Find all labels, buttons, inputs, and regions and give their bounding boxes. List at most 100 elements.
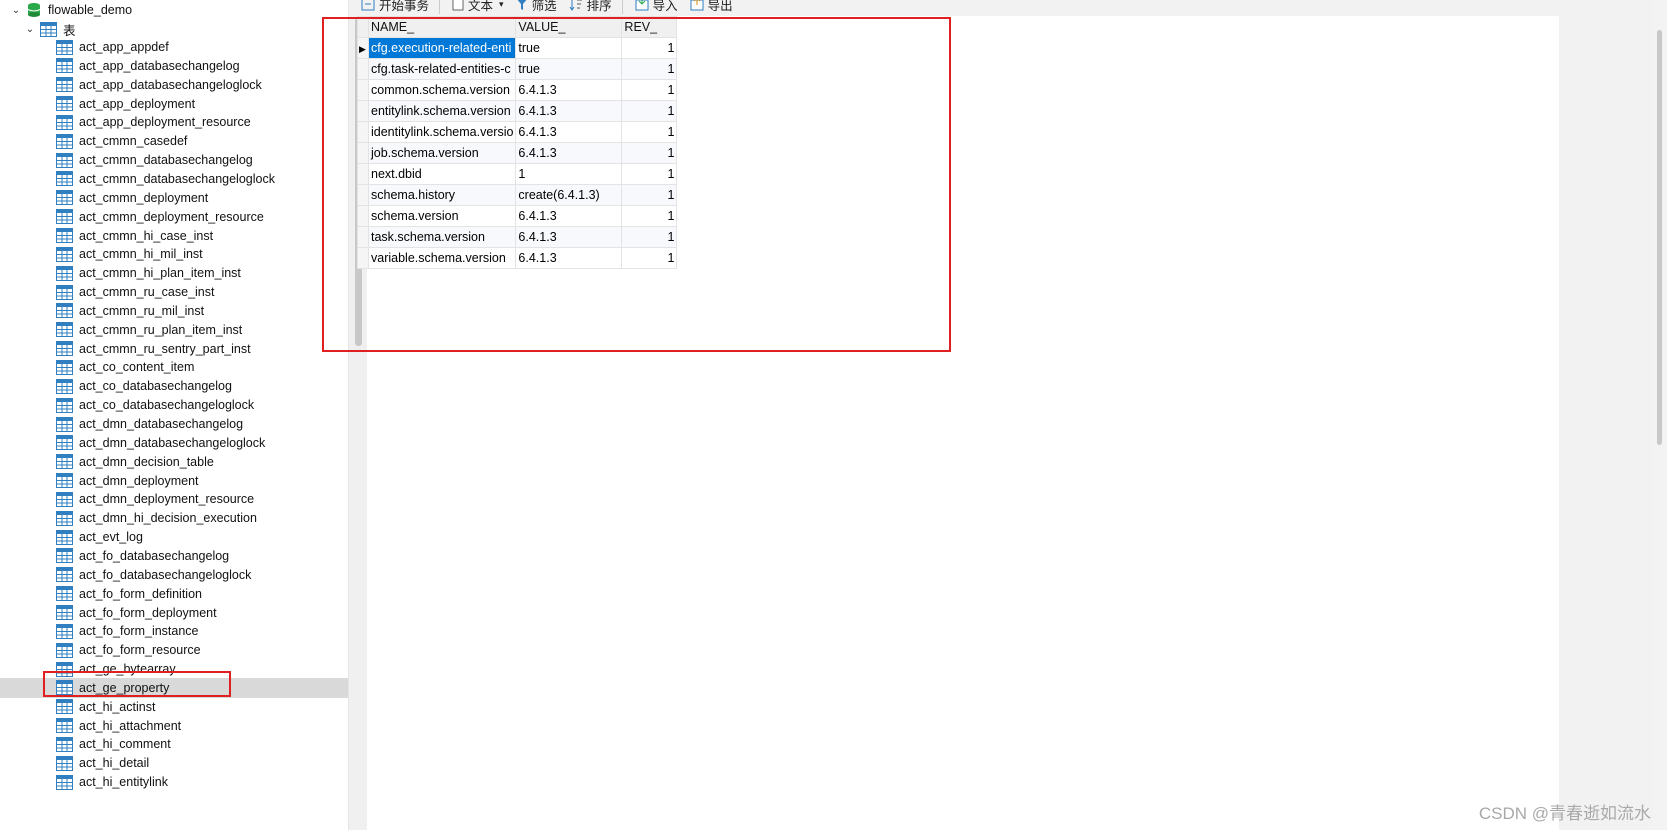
transaction-icon — [361, 0, 375, 11]
tree-folder-row[interactable]: ⌄ 表 — [0, 19, 348, 39]
begin-transaction-button[interactable]: 开始事务 — [361, 0, 429, 14]
table-icon — [56, 246, 73, 262]
filter-button[interactable]: 筛选 — [516, 0, 557, 14]
tree-table-label: act_cmmn_casedef — [79, 134, 188, 149]
table-icon — [56, 736, 73, 752]
tree-table-item[interactable]: act_cmmn_ru_mil_inst — [0, 301, 348, 321]
tree-table-item[interactable]: act_cmmn_ru_plan_item_inst — [0, 320, 348, 340]
import-button[interactable]: 导入 — [635, 0, 678, 14]
table-icon — [56, 133, 73, 149]
tree-table-item[interactable]: act_cmmn_ru_case_inst — [0, 282, 348, 302]
tree-table-item[interactable]: act_cmmn_databasechangelog — [0, 150, 348, 170]
chevron-down-icon[interactable]: ⌄ — [10, 4, 22, 16]
sort-icon — [569, 0, 582, 11]
tree-table-item[interactable]: act_hi_actinst — [0, 697, 348, 717]
tree-table-label: act_dmn_deployment — [79, 473, 199, 488]
main-panel: 开始事务 文本 ▾ 筛选 排序 导入 导出 NAME_ VALUE_ REV_ … — [322, 0, 1667, 830]
navigator-tree[interactable]: ⌄ flowable_demo ⌄ 表 act_app_appdef act_ap… — [0, 0, 349, 830]
tree-table-item[interactable]: act_cmmn_databasechangeloglock — [0, 169, 348, 189]
sort-button[interactable]: 排序 — [569, 0, 612, 14]
tree-table-label: act_cmmn_ru_plan_item_inst — [79, 322, 243, 337]
table-icon — [56, 114, 73, 130]
highlight-box-grid — [322, 17, 951, 352]
text-button[interactable]: 文本 ▾ — [452, 0, 504, 14]
tree-table-item[interactable]: act_cmmn_deployment — [0, 188, 348, 208]
tree-table-item[interactable]: act_app_deployment — [0, 94, 348, 114]
tree-table-item[interactable]: act_app_appdef — [0, 37, 348, 57]
tree-table-item[interactable]: act_dmn_deployment — [0, 471, 348, 491]
tree-table-label: act_dmn_databasechangelog — [79, 417, 244, 431]
table-icon — [56, 642, 73, 658]
tree-table-item[interactable]: act_co_databasechangeloglock — [0, 395, 348, 415]
table-icon — [56, 567, 73, 583]
tree-table-label: act_fo_databasechangeloglock — [79, 567, 252, 582]
tree-table-item[interactable]: act_dmn_databasechangelog — [0, 414, 348, 434]
table-icon — [56, 209, 73, 225]
tree-table-item[interactable]: act_hi_detail — [0, 753, 348, 773]
tree-table-item[interactable]: act_cmmn_casedef — [0, 131, 348, 151]
tree-table-label: act_evt_log — [79, 530, 143, 545]
tree-table-item[interactable]: act_app_deployment_resource — [0, 112, 348, 132]
tree-table-item[interactable]: act_fo_databasechangeloglock — [0, 565, 348, 585]
tree-table-item[interactable]: act_fo_form_resource — [0, 640, 348, 660]
tree-table-item[interactable]: act_dmn_decision_table — [0, 452, 348, 472]
tree-table-item[interactable]: act_app_databasechangelog — [0, 56, 348, 76]
tree-table-item[interactable]: act_hi_entitylink — [0, 772, 348, 792]
tree-table-label: act_hi_attachment — [79, 718, 182, 733]
database-label: flowable_demo — [48, 3, 133, 17]
filter-icon — [517, 0, 526, 10]
tree-table-label: act_cmmn_databasechangeloglock — [79, 171, 275, 186]
tree-table-label: act_fo_form_deployment — [79, 605, 217, 620]
tree-table-item[interactable]: act_cmmn_ru_sentry_part_inst — [0, 339, 348, 359]
table-icon — [56, 473, 73, 489]
table-icon — [56, 623, 73, 639]
table-icon — [56, 605, 73, 620]
grid-toolbar: 开始事务 文本 ▾ 筛选 排序 导入 导出 — [349, 0, 1667, 14]
export-label: 导出 — [707, 0, 733, 13]
chevron-down-icon[interactable]: ⌄ — [24, 23, 36, 35]
tree-table-label: act_cmmn_hi_mil_inst — [79, 247, 203, 262]
tree-table-item[interactable]: act_hi_comment — [0, 734, 348, 754]
tree-table-item[interactable]: act_cmmn_hi_plan_item_inst — [0, 263, 348, 283]
tree-table-item[interactable]: act_fo_form_deployment — [0, 603, 348, 623]
table-icon — [56, 435, 73, 451]
tree-table-item[interactable]: act_fo_form_instance — [0, 621, 348, 641]
table-icon — [56, 718, 73, 734]
tree-table-label: act_cmmn_ru_sentry_part_inst — [79, 341, 251, 356]
tree-table-item[interactable]: act_evt_log — [0, 527, 348, 547]
table-icon — [56, 397, 73, 413]
tree-table-item[interactable]: act_dmn_hi_decision_execution — [0, 508, 348, 528]
table-icon — [56, 303, 73, 319]
tree-table-label: act_app_databasechangeloglock — [79, 77, 262, 92]
tree-table-label: act_cmmn_ru_case_inst — [79, 285, 215, 300]
tree-database-row[interactable]: ⌄ flowable_demo — [0, 0, 348, 20]
tree-table-item[interactable]: act_co_databasechangelog — [0, 376, 348, 396]
table-icon — [56, 152, 73, 168]
tree-table-item[interactable]: act_app_databasechangeloglock — [0, 75, 348, 95]
import-icon — [635, 0, 649, 11]
toolbar-divider — [621, 0, 623, 14]
scrollbar-thumb[interactable] — [1657, 30, 1662, 445]
table-icon — [56, 39, 73, 55]
tree-table-item[interactable]: act_dmn_databasechangeloglock — [0, 433, 348, 453]
tree-table-item[interactable]: act_hi_attachment — [0, 716, 348, 736]
export-button[interactable]: 导出 — [690, 0, 733, 14]
tree-table-item[interactable]: act_fo_form_definition — [0, 584, 348, 604]
table-icon — [56, 284, 73, 300]
import-label: 导入 — [652, 0, 678, 13]
page-vertical-scrollbar[interactable] — [1653, 0, 1667, 830]
tree-table-label: act_co_content_item — [79, 360, 195, 375]
table-icon — [56, 378, 73, 394]
tree-table-item[interactable]: act_cmmn_deployment_resource — [0, 207, 348, 227]
table-icon — [56, 454, 73, 470]
tree-table-label: act_cmmn_deployment_resource — [79, 209, 264, 224]
tree-table-item[interactable]: act_dmn_deployment_resource — [0, 489, 348, 509]
tree-table-label: act_cmmn_hi_plan_item_inst — [79, 266, 241, 281]
tree-table-item[interactable]: act_co_content_item — [0, 357, 348, 377]
tree-table-item[interactable]: act_cmmn_hi_mil_inst — [0, 244, 348, 264]
tree-table-label: act_cmmn_ru_mil_inst — [79, 303, 205, 318]
tree-table-item[interactable]: act_fo_databasechangelog — [0, 546, 348, 566]
tree-table-label: act_hi_actinst — [79, 699, 156, 714]
table-icon — [56, 491, 73, 507]
tree-table-item[interactable]: act_cmmn_hi_case_inst — [0, 226, 348, 246]
